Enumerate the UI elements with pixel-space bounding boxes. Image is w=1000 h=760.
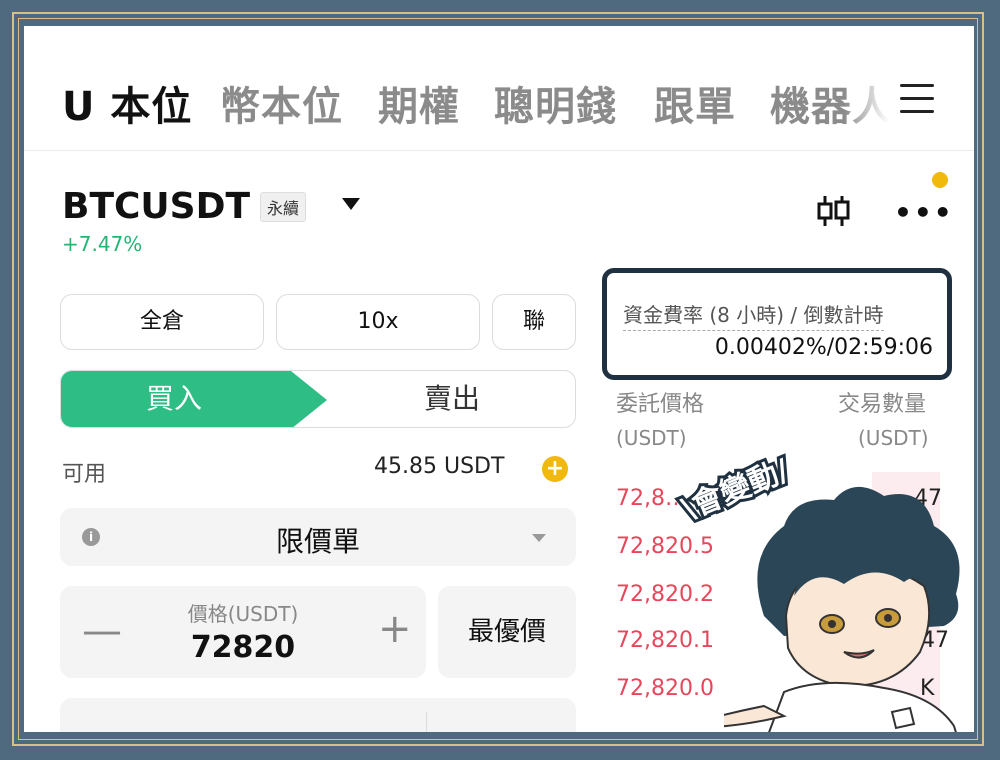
available-label: 可用 bbox=[62, 462, 107, 487]
price-input-value[interactable]: 72820 bbox=[60, 630, 426, 665]
orderbook-ask-price[interactable]: 72,820.0 bbox=[616, 676, 714, 701]
app-screen: U 本位 幣本位 期權 聰明錢 跟單 機器人 BTCUSDT 永續 +7.47%… bbox=[24, 26, 974, 732]
tab-fade-overlay bbox=[844, 66, 900, 136]
leverage-button[interactable]: 10x bbox=[276, 294, 480, 350]
pair-symbol[interactable]: BTCUSDT bbox=[62, 186, 250, 227]
orderbook-ask-price[interactable]: 72,820.1 bbox=[616, 628, 714, 653]
tab-options[interactable]: 期權 bbox=[378, 74, 460, 132]
price-input-box[interactable]: — 價格(USDT) 72820 + bbox=[60, 586, 426, 678]
orderbook-qty-header: 交易數量 bbox=[838, 392, 927, 417]
price-change-percent: +7.47% bbox=[62, 232, 143, 256]
buy-sell-toggle: 買入 賣出 bbox=[60, 370, 576, 428]
candlestick-chart-icon[interactable] bbox=[816, 194, 852, 228]
sell-tab[interactable]: 賣出 bbox=[327, 371, 575, 427]
buy-tab[interactable]: 買入 bbox=[61, 371, 327, 427]
funding-rate-value: 0.00402%/02:59:06 bbox=[714, 335, 933, 360]
hamburger-menu-icon[interactable] bbox=[900, 84, 934, 114]
orderbook-ask-price[interactable]: 72,820.5 bbox=[616, 534, 714, 559]
price-input-label: 價格(USDT) bbox=[187, 602, 299, 626]
available-balance: 45.85 USDT bbox=[374, 454, 505, 479]
tab-u-margin[interactable]: U 本位 bbox=[62, 74, 192, 132]
orderbook-ask-price[interactable]: 72,820.2 bbox=[616, 582, 714, 607]
funding-rate-highlight: 資金費率 (8 小時) / 倒數計時 0.00402%/02:59:06 bbox=[602, 268, 952, 380]
pair-dropdown-caret-icon[interactable] bbox=[342, 198, 360, 210]
add-funds-icon[interactable]: + bbox=[542, 456, 568, 482]
contract-type-badge: 永續 bbox=[260, 192, 307, 222]
tab-copy-trading[interactable]: 跟單 bbox=[654, 74, 736, 132]
asset-mode-button[interactable]: 聯 bbox=[492, 294, 576, 350]
orderbook-price-header: 委託價格 bbox=[616, 392, 705, 417]
chevron-down-icon bbox=[532, 534, 546, 542]
best-price-button[interactable]: 最優價 bbox=[438, 586, 576, 678]
funding-rate-label[interactable]: 資金費率 (8 小時) / 倒數計時 bbox=[623, 299, 884, 331]
order-type-label: 限價單 bbox=[275, 525, 360, 558]
orderbook-qty-unit: (USDT) bbox=[858, 426, 929, 450]
market-tab-bar: U 本位 幣本位 期權 聰明錢 跟單 機器人 bbox=[24, 26, 974, 151]
increase-price-button[interactable]: + bbox=[378, 606, 412, 652]
input-divider bbox=[426, 712, 427, 732]
decorative-frame: U 本位 幣本位 期權 聰明錢 跟單 機器人 BTCUSDT 永續 +7.47%… bbox=[0, 0, 1000, 760]
cartoon-character-illustration bbox=[724, 486, 960, 732]
notification-dot bbox=[932, 172, 948, 188]
more-options-icon[interactable]: ••• bbox=[894, 196, 954, 229]
quantity-input-box[interactable] bbox=[60, 698, 576, 732]
order-type-select[interactable]: i 限價單 bbox=[60, 508, 576, 566]
tab-smart-money[interactable]: 聰明錢 bbox=[494, 74, 617, 132]
tab-coin-margin[interactable]: 幣本位 bbox=[220, 74, 343, 132]
buy-tab-label: 買入 bbox=[145, 382, 202, 415]
margin-mode-button[interactable]: 全倉 bbox=[60, 294, 264, 350]
